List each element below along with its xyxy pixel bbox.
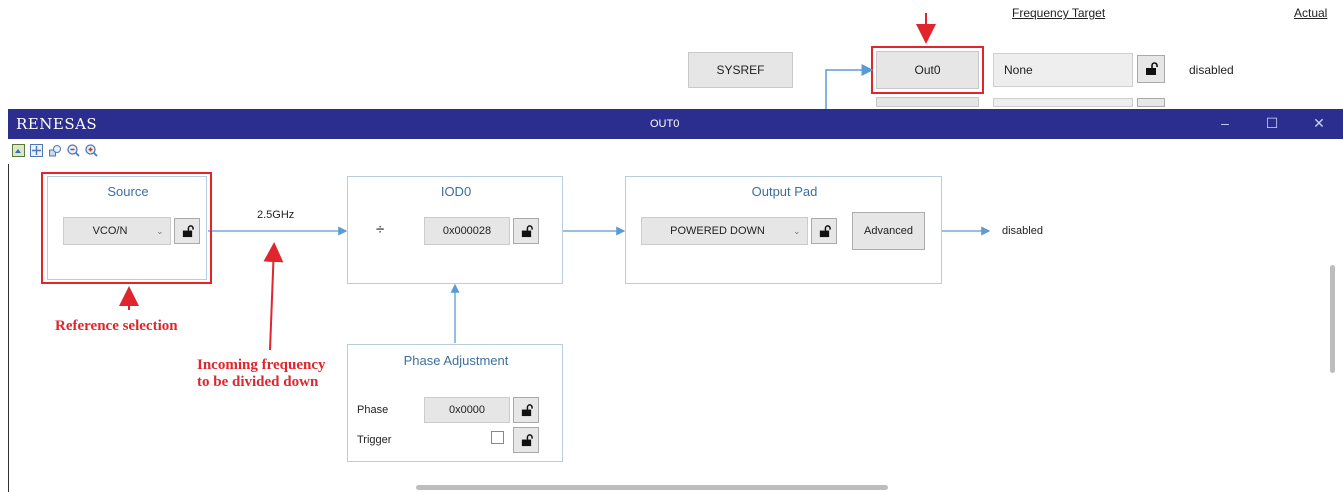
output-status-label: disabled [1002, 225, 1043, 237]
trigger-checkbox[interactable] [491, 431, 504, 444]
output-pad-select-value: POWERED DOWN [670, 225, 765, 237]
output-pad-select[interactable]: POWERED DOWN ⌄ [641, 217, 808, 245]
output-pad-title: Output Pad [751, 184, 818, 199]
unlock-icon [521, 224, 533, 237]
output-pad-block: Output Pad POWERED DOWN ⌄ Advanced [625, 176, 942, 284]
trigger-label: Trigger [357, 434, 392, 446]
source-title: Source [107, 184, 149, 199]
source-block: Source VCO/N ⌄ [47, 176, 207, 280]
output-pad-lock-button[interactable] [811, 218, 837, 244]
trigger-lock-button[interactable] [513, 427, 539, 453]
incoming-frequency-annotation-line2: to be divided down [197, 374, 319, 390]
phase-adjustment-block: Phase Adjustment Phase 0x0000 Trigger [347, 344, 563, 462]
link-frequency-label: 2.5GHz [257, 209, 295, 221]
phase-lock-button[interactable] [513, 397, 539, 423]
iod0-divider-input[interactable]: 0x000028 [424, 217, 510, 245]
advanced-button[interactable]: Advanced [852, 212, 925, 250]
iod0-title: IOD0 [440, 184, 472, 199]
chevron-down-icon: ⌄ [156, 225, 164, 236]
phase-adjustment-title: Phase Adjustment [403, 353, 509, 368]
phase-label: Phase [357, 404, 389, 416]
chevron-down-icon: ⌄ [793, 225, 801, 236]
iod0-lock-button[interactable] [513, 218, 539, 244]
iod0-block: IOD0 ÷ 0x000028 [347, 176, 563, 284]
reference-selection-annotation: Reference selection [55, 318, 178, 334]
vertical-scrollbar-thumb[interactable] [1330, 265, 1335, 373]
horizontal-scrollbar-thumb[interactable] [416, 485, 888, 490]
source-lock-button[interactable] [174, 218, 200, 244]
incoming-frequency-annotation-line1: Incoming frequency [197, 357, 326, 373]
unlock-icon [521, 403, 533, 416]
divide-icon: ÷ [376, 221, 385, 238]
source-select[interactable]: VCO/N ⌄ [63, 217, 171, 245]
unlock-icon [521, 433, 533, 446]
unlock-icon [182, 224, 194, 237]
source-select-value: VCO/N [92, 225, 128, 237]
phase-input[interactable]: 0x0000 [424, 397, 510, 423]
unlock-icon [819, 224, 831, 237]
